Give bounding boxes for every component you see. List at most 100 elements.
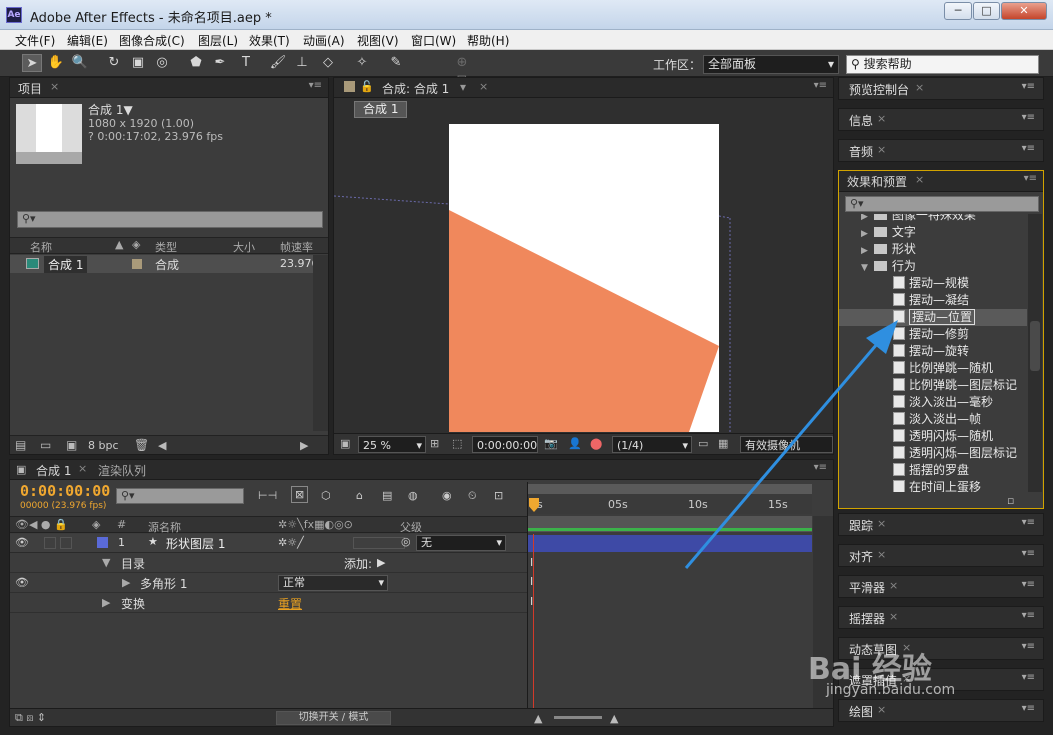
zoom-select[interactable]: 25 % ▾	[358, 436, 426, 453]
transparency-grid-icon[interactable]: ▦	[718, 437, 728, 450]
effects-tree-item[interactable]: 摆动—修剪	[839, 326, 1027, 343]
scroll-left-icon[interactable]: ◀	[158, 439, 166, 452]
new-folder-icon[interactable]: ▫	[1007, 494, 1014, 507]
close-icon[interactable]: ×	[877, 143, 886, 156]
always-preview-icon[interactable]: ▣	[340, 437, 350, 450]
scroll-right-icon[interactable]: ▶	[300, 439, 308, 452]
project-scrollbar[interactable]	[313, 255, 328, 431]
effects-tree-item[interactable]: 淡入淡出—毫秒	[839, 394, 1027, 411]
panel-menu-icon[interactable]: ▾≡	[1022, 112, 1035, 123]
col-source-name[interactable]: 源名称	[148, 519, 181, 535]
chevron-right-icon[interactable]: ▶	[861, 246, 868, 256]
toggle-switches-modes-button[interactable]: 切换开关 / 模式	[276, 711, 391, 725]
project-row-comp[interactable]: 合成 1 合成 23.976	[10, 255, 319, 273]
mask-visibility-icon[interactable]: ⬚	[452, 437, 462, 450]
graph-editor-icon[interactable]: ⊡	[494, 489, 503, 502]
polygon-row[interactable]: 👁 ▶ 多角形 1 正常 ▾	[10, 574, 527, 593]
project-tab[interactable]: 项目 × ▾≡	[10, 78, 328, 98]
effects-scrollbar[interactable]	[1028, 214, 1042, 492]
effects-tree-item[interactable]: ▼ 行为	[839, 258, 1027, 275]
paint-panel[interactable]: 绘图 × ▾≡	[838, 699, 1044, 722]
timeline-timecode[interactable]: 0:00:00:00	[20, 482, 110, 500]
chevron-down-icon[interactable]: ▼	[861, 263, 868, 273]
effects-tree-item[interactable]: 摆动—位置	[839, 309, 1027, 326]
menu-edit[interactable]: 编辑(E)	[67, 32, 108, 49]
roto-brush-tool-icon[interactable]: ✧	[352, 54, 372, 72]
comp-navigator-bar[interactable]	[528, 516, 812, 532]
pan-behind-tool-icon[interactable]: ◎	[152, 54, 172, 72]
solo-toggle[interactable]	[44, 537, 56, 549]
expand-arrow-icon[interactable]: ▼	[102, 556, 110, 569]
pick-whip-icon[interactable]: ◎	[401, 535, 411, 548]
panel-menu-icon[interactable]: ▾≡	[1022, 703, 1035, 714]
close-icon[interactable]: ×	[78, 462, 87, 475]
hide-shy-layers-icon[interactable]: ⌂	[356, 489, 363, 502]
auto-keyframe-icon[interactable]: ⏲	[468, 489, 477, 503]
3d-draft-icon[interactable]: ⬡	[321, 489, 331, 502]
eraser-tool-icon[interactable]: ◇	[318, 54, 338, 72]
zoom-out-icon[interactable]: ▲	[534, 712, 542, 725]
maximize-button[interactable]: □	[973, 2, 1000, 20]
zoom-slider[interactable]	[554, 716, 602, 719]
effects-tree-item[interactable]: 透明闪烁—随机	[839, 428, 1027, 445]
chevron-down-icon[interactable]: ▾	[460, 80, 466, 94]
lock-toggle[interactable]	[60, 537, 72, 549]
text-tool-icon[interactable]: T	[236, 54, 256, 72]
pen-tool-icon[interactable]: ✒	[210, 54, 230, 72]
close-icon[interactable]: ×	[877, 517, 886, 530]
reset-link[interactable]: 重置	[278, 595, 302, 612]
effects-tree-item[interactable]: 比例弹跳—随机	[839, 360, 1027, 377]
region-of-interest-icon[interactable]: ▭	[698, 437, 708, 450]
close-icon[interactable]: ×	[889, 610, 898, 623]
safe-zones-icon[interactable]: ⊞	[430, 437, 439, 450]
layer-switches-icon[interactable]: ✲☼╱	[278, 536, 304, 549]
col-fps[interactable]: 帧速率	[280, 239, 313, 255]
close-icon[interactable]: ×	[877, 548, 886, 561]
effects-tree-item[interactable]: 透明闪烁—图层标记	[839, 445, 1027, 462]
layer-switch-boxes[interactable]	[353, 537, 405, 549]
new-composition-icon[interactable]: ▣	[66, 438, 77, 452]
brainstorm-icon[interactable]: ◉	[442, 489, 452, 502]
close-icon[interactable]: ×	[50, 80, 59, 93]
panel-menu-icon[interactable]: ▾≡	[1022, 81, 1035, 92]
effects-tree-item[interactable]: 在时间上蛋移	[839, 479, 1027, 492]
zoom-tool-icon[interactable]: 🔍	[70, 54, 90, 72]
resolution-select[interactable]: (1/4) ▾	[612, 436, 692, 453]
comp-viewer[interactable]	[334, 120, 833, 432]
snapshot-icon[interactable]: 📷	[544, 437, 558, 450]
motion-blur-icon[interactable]: ◍	[408, 489, 418, 502]
panel-menu-icon[interactable]: ▾≡	[1022, 641, 1035, 652]
eye-icon[interactable]: 👁	[15, 576, 29, 589]
workspace-select[interactable]: 全部面板 ▾	[703, 55, 839, 74]
channel-icon[interactable]: ⬤	[590, 437, 602, 450]
camera-tool-icon[interactable]: ▣	[128, 54, 148, 72]
trash-icon[interactable]: 🗑	[134, 438, 149, 452]
close-icon[interactable]: ×	[889, 579, 898, 592]
effects-tree-item[interactable]: ▶ 形状	[839, 241, 1027, 258]
menu-effect[interactable]: 效果(T)	[249, 32, 290, 49]
effects-search-input[interactable]: ⚲▾	[845, 196, 1039, 212]
close-button[interactable]: ✕	[1001, 2, 1047, 20]
close-icon[interactable]: ×	[915, 81, 924, 94]
clone-stamp-tool-icon[interactable]: ⊥	[292, 54, 312, 72]
col-size[interactable]: 大小	[233, 239, 255, 255]
menu-help[interactable]: 帮助(H)	[467, 32, 509, 49]
lock-icon[interactable]: 🔓	[360, 80, 374, 93]
expand-arrow-icon[interactable]: ▶	[122, 576, 130, 589]
panel-menu-icon[interactable]: ▾≡	[1022, 548, 1035, 559]
effects-tree-item[interactable]: 摆动—旋转	[839, 343, 1027, 360]
panel-menu-icon[interactable]: ▾≡	[1022, 517, 1035, 528]
effects-tree-item[interactable]: 摆动—规模	[839, 275, 1027, 292]
close-icon[interactable]: ×	[877, 112, 886, 125]
blend-mode-select[interactable]: 正常 ▾	[278, 575, 388, 591]
effects-presets-tab[interactable]: 效果和预置 × ▾≡	[839, 171, 1043, 192]
smoother-panel[interactable]: 平滑器 × ▾≡	[838, 575, 1044, 598]
expand-arrow-icon[interactable]: ▶	[102, 596, 110, 609]
composition-tab[interactable]: 🔓 合成: 合成 1 ▾ × ▾≡	[334, 78, 833, 98]
layer-duration-bar[interactable]	[528, 535, 812, 552]
show-snapshot-icon[interactable]: 👤	[568, 437, 582, 450]
panel-menu-icon[interactable]: ▾≡	[309, 80, 322, 91]
zoom-in-icon[interactable]: ▲	[610, 712, 618, 725]
wiggler-panel[interactable]: 摇摆器 × ▾≡	[838, 606, 1044, 629]
timeline-tab-render-queue[interactable]: 渲染队列	[98, 462, 146, 479]
